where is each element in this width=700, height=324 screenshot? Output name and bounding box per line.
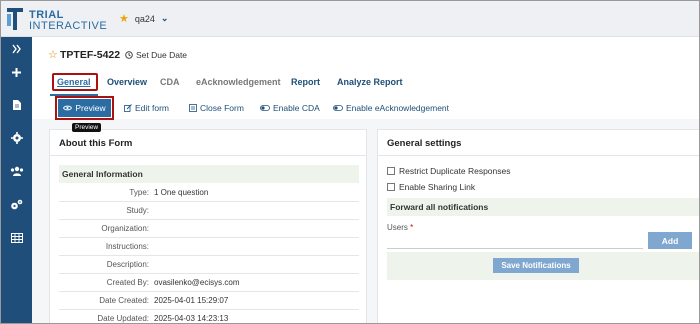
restrict-duplicate-label: Restrict Duplicate Responses (399, 166, 511, 176)
enable-eacknowledgement-label: Enable eAcknowledgement (346, 103, 450, 113)
sharing-link-checkbox[interactable]: Enable Sharing Link (387, 182, 475, 192)
info-value: 2025-04-01 15:29:07 (154, 296, 229, 305)
general-settings-panel: General settings Restrict Duplicate Resp… (377, 129, 699, 323)
toggle-icon (333, 105, 343, 111)
logo-line2: INTERACTIVE (29, 20, 108, 32)
info-row-organization: Organization: (59, 220, 359, 238)
close-form-icon (189, 104, 197, 112)
logo-mark-icon (7, 8, 23, 30)
general-information-header: General Information (59, 165, 359, 183)
logo[interactable]: TRIAL INTERACTIVE (5, 4, 125, 34)
checkbox-box[interactable] (387, 183, 395, 191)
tab-overview[interactable]: Overview (107, 77, 147, 87)
sidebar-settings-icon[interactable] (1, 128, 32, 148)
favorite-star-icon[interactable]: ★ (119, 12, 129, 25)
info-label: Created By: (106, 278, 149, 287)
info-label: Date Updated: (97, 314, 149, 323)
sharing-link-label: Enable Sharing Link (399, 182, 476, 192)
set-due-date-link[interactable]: Set Due Date (125, 50, 187, 60)
forward-notifications-header: Forward all notifications (387, 198, 699, 216)
tab-analyze-report[interactable]: Analyze Report (337, 77, 403, 87)
top-bar: TRIAL INTERACTIVE ★ qa24 ⌄ (1, 1, 699, 37)
site-name: qa24 (134, 13, 155, 24)
toggle-icon (260, 105, 270, 111)
form-toolbar: Preview Edit form Close Form Enable CDA … (32, 96, 699, 120)
record-header: ☆ TPTEF-5422 Set Due Date (32, 37, 699, 69)
users-label-text: Users (387, 223, 408, 232)
sidebar-document-icon[interactable] (1, 95, 32, 115)
info-value: 2025-04-03 14:23:13 (154, 314, 229, 323)
info-row-created-by: Created By: ovasilenko@ecisys.com (59, 274, 359, 292)
info-row-date-updated: Date Updated: 2025-04-03 14:23:13 (59, 310, 359, 323)
site-selector[interactable]: ★ qa24 ⌄ (119, 12, 168, 25)
general-settings-title: General settings (378, 130, 699, 156)
record-title: TPTEF-5422 (60, 49, 121, 61)
sidebar-users-icon[interactable] (1, 161, 32, 181)
users-input[interactable] (387, 233, 643, 249)
clock-icon (125, 51, 133, 59)
preview-button-label: Preview (75, 103, 106, 113)
checkbox-box[interactable] (387, 167, 395, 175)
about-form-panel: About this Form General Information Type… (49, 129, 367, 323)
add-user-button[interactable]: Add (648, 232, 692, 249)
info-row-type: Type: 1 One question (59, 184, 359, 202)
sidebar (1, 37, 32, 323)
notifications-footer: Save Notifications (387, 252, 699, 280)
enable-cda-link[interactable]: Enable CDA (260, 103, 320, 113)
edit-icon (124, 104, 132, 112)
restrict-duplicate-checkbox[interactable]: Restrict Duplicate Responses (387, 166, 511, 176)
required-mark: * (410, 223, 414, 232)
eye-icon (63, 105, 73, 111)
favorite-star-outline-icon[interactable]: ☆ (48, 48, 58, 61)
info-label: Instructions: (105, 242, 149, 251)
info-row-instructions: Instructions: (59, 238, 359, 256)
enable-cda-label: Enable CDA (273, 103, 320, 113)
main-content: ☆ TPTEF-5422 Set Due Date General Overvi… (32, 37, 699, 323)
edit-form-label: Edit form (135, 103, 170, 113)
users-label: Users * (387, 223, 413, 232)
preview-tooltip: Preview (72, 123, 102, 132)
info-value: 1 One question (154, 188, 209, 197)
info-label: Description: (106, 260, 149, 269)
info-row-study: Study: (59, 202, 359, 220)
info-row-description: Description: (59, 256, 359, 274)
about-form-title: About this Form (50, 130, 366, 156)
sidebar-add-icon[interactable] (1, 62, 32, 82)
info-label: Organization: (101, 224, 149, 233)
active-tab-indicator (50, 94, 98, 96)
info-row-date-created: Date Created: 2025-04-01 15:29:07 (59, 292, 359, 310)
sidebar-expand-icon[interactable] (1, 39, 32, 59)
chevron-down-icon[interactable]: ⌄ (161, 13, 169, 24)
info-value: ovasilenko@ecisys.com (154, 278, 240, 287)
tab-cda[interactable]: CDA (160, 77, 180, 87)
tab-report[interactable]: Report (291, 77, 320, 87)
sidebar-table-icon[interactable] (1, 228, 32, 248)
edit-form-link[interactable]: Edit form (124, 103, 169, 113)
tab-eacknowledgement[interactable]: eAcknowledgement (196, 77, 281, 87)
info-label: Type: (129, 188, 149, 197)
tab-bar: General Overview CDA eAcknowledgement Re… (32, 69, 699, 97)
info-label: Study: (126, 206, 149, 215)
enable-eacknowledgement-link[interactable]: Enable eAcknowledgement (333, 103, 449, 113)
close-form-label: Close Form (200, 103, 244, 113)
close-form-link[interactable]: Close Form (189, 103, 244, 113)
tab-general[interactable]: General (57, 77, 91, 87)
save-notifications-button[interactable]: Save Notifications (493, 258, 579, 273)
preview-button[interactable]: Preview (55, 96, 114, 120)
info-label: Date Created: (99, 296, 149, 305)
app-window: TRIAL INTERACTIVE ★ qa24 ⌄ ☆ TPTEF-5422 … (0, 0, 700, 324)
set-due-date-label: Set Due Date (136, 50, 188, 60)
sidebar-gears-icon[interactable] (1, 195, 32, 215)
